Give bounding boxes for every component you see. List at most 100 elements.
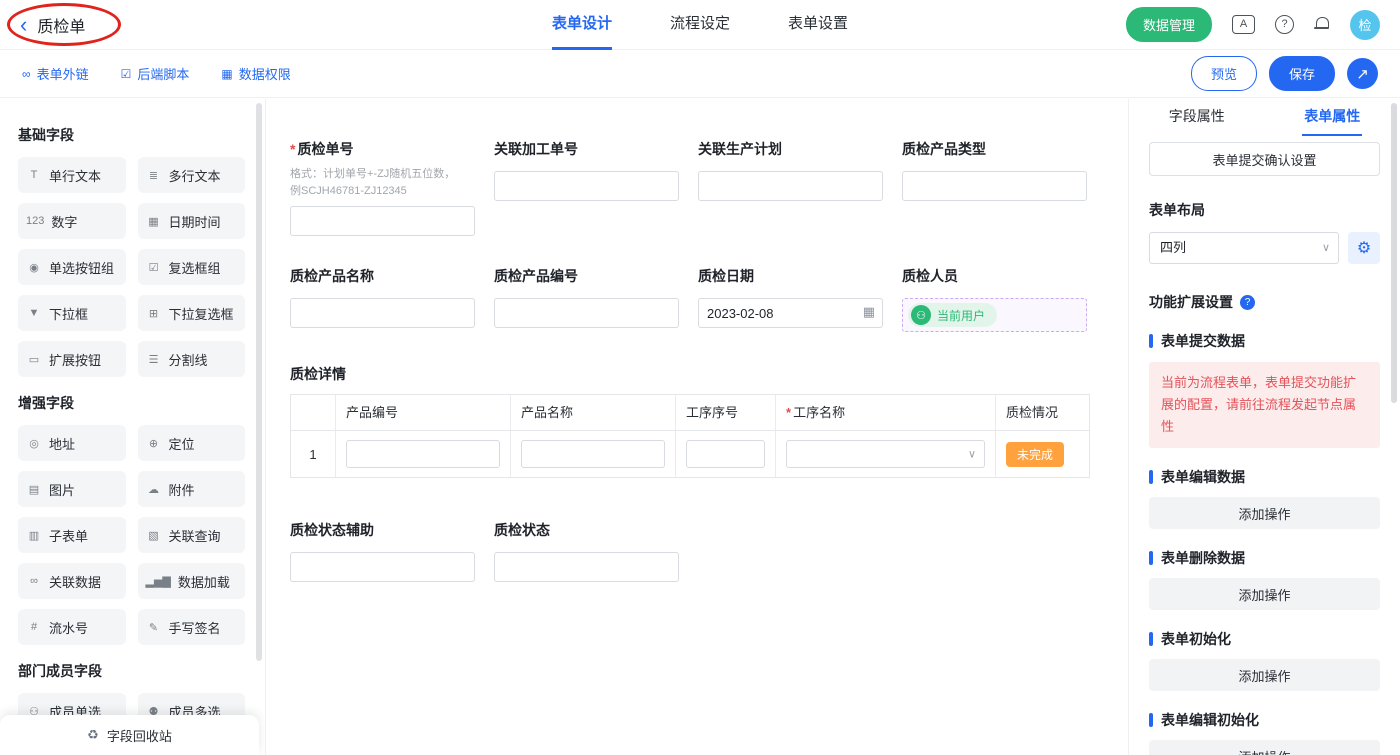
field-inspection-status[interactable]: 质检状态: [494, 520, 679, 582]
field-inspection-no[interactable]: 质检单号 格式：计划单号+-ZJ随机五位数， 例SCJH46781-ZJ1234…: [290, 139, 475, 236]
form-layout-label: 表单布局: [1149, 200, 1380, 220]
field-process-order-no[interactable]: 关联加工单号: [494, 139, 679, 201]
section-title-member: 部门成员字段: [18, 661, 245, 681]
notification-bell-icon[interactable]: [1314, 17, 1330, 32]
process-order-no-input[interactable]: [494, 171, 679, 201]
tab-field-properties[interactable]: 字段属性: [1129, 99, 1265, 137]
field-attachment[interactable]: ☁附件: [138, 471, 246, 507]
subform-product-name-input[interactable]: [521, 440, 665, 468]
data-permission-link[interactable]: ▦ 数据权限: [221, 64, 290, 83]
field-data-load[interactable]: ▂▅▇数据加载: [138, 563, 246, 599]
field-signature[interactable]: ✎手写签名: [138, 609, 246, 645]
multi-line-text-icon: ≣: [146, 169, 162, 182]
field-product-name[interactable]: 质检产品名称: [290, 266, 475, 328]
data-manage-button[interactable]: 数据管理: [1126, 7, 1212, 42]
field-datetime[interactable]: ▦日期时间: [138, 203, 246, 239]
basic-fields-grid: T单行文本 ≣多行文本 123数字 ▦日期时间 ◉单选按钮组 ☑复选框组 ▼下拉…: [18, 157, 245, 377]
sidebar-scrollbar[interactable]: [256, 103, 262, 661]
field-inspection-date[interactable]: 质检日期 ▦: [698, 266, 883, 328]
add-action-edit-init[interactable]: 添加操作: [1149, 740, 1380, 755]
extend-button-icon: ▭: [26, 353, 42, 366]
tab-form-setting[interactable]: 表单设置: [788, 0, 848, 50]
extension-help-icon[interactable]: ?: [1240, 295, 1255, 310]
submit-confirm-settings-button[interactable]: 表单提交确认设置: [1149, 142, 1380, 176]
field-divider[interactable]: ☰分割线: [138, 341, 246, 377]
inspection-status-input[interactable]: [494, 552, 679, 582]
field-product-no[interactable]: 质检产品编号: [494, 266, 679, 328]
avatar[interactable]: 检: [1350, 10, 1380, 40]
status-helper-input[interactable]: [290, 552, 475, 582]
page-title: 质检单: [37, 13, 85, 37]
production-plan-input[interactable]: [698, 171, 883, 201]
share-button[interactable]: ↗: [1347, 58, 1378, 89]
section-submit-data: 表单提交数据: [1149, 331, 1380, 351]
current-user-tag: ⚇ 当前用户: [908, 303, 997, 327]
field-address[interactable]: ◎地址: [18, 425, 126, 461]
field-extend-button[interactable]: ▭扩展按钮: [18, 341, 126, 377]
field-recycle-bin[interactable]: ♻ 字段回收站: [0, 715, 259, 755]
radio-icon: ◉: [26, 261, 42, 274]
field-checkbox-group[interactable]: ☑复选框组: [138, 249, 246, 285]
section-bar: [1149, 713, 1153, 727]
form-external-link[interactable]: ∞ 表单外链: [22, 64, 89, 83]
add-action-delete-data[interactable]: 添加操作: [1149, 578, 1380, 610]
subform-step-name-select[interactable]: [786, 440, 985, 468]
required-mark: [786, 405, 793, 420]
layout-settings-button[interactable]: ⚙: [1348, 232, 1380, 264]
tab-form-properties[interactable]: 表单属性: [1265, 99, 1400, 137]
section-form-init: 表单初始化: [1149, 629, 1380, 649]
field-serial-number[interactable]: #流水号: [18, 609, 126, 645]
field-subform[interactable]: ▥子表单: [18, 517, 126, 553]
inspection-no-input[interactable]: [290, 206, 475, 236]
field-image[interactable]: ▤图片: [18, 471, 126, 507]
product-no-input[interactable]: [494, 298, 679, 328]
field-production-plan[interactable]: 关联生产计划: [698, 139, 883, 201]
gear-icon: ⚙: [1357, 240, 1371, 257]
field-multi-line-text[interactable]: ≣多行文本: [138, 157, 246, 193]
subform-col-product-no: 产品编号: [336, 395, 511, 431]
subform-product-no-input[interactable]: [346, 440, 500, 468]
share-icon: ↗: [1356, 65, 1369, 83]
field-linked-query[interactable]: ▧关联查询: [138, 517, 246, 553]
inspection-date-input[interactable]: [698, 298, 883, 328]
subform-step-no-input[interactable]: [686, 440, 765, 468]
field-help-text: 格式：计划单号+-ZJ随机五位数， 例SCJH46781-ZJ12345: [290, 166, 475, 199]
flow-form-warning: 当前为流程表单，表单提交功能扩展的配置，请前往流程发起节点属性: [1149, 362, 1380, 448]
field-location[interactable]: ⊕定位: [138, 425, 246, 461]
add-action-form-init[interactable]: 添加操作: [1149, 659, 1380, 691]
header-actions: 数据管理 A ? 检: [1126, 7, 1380, 42]
field-product-type[interactable]: 质检产品类型: [902, 139, 1087, 201]
save-button[interactable]: 保存: [1269, 56, 1335, 91]
help-icon[interactable]: ?: [1275, 15, 1294, 34]
section-edit-init: 表单编辑初始化: [1149, 710, 1380, 730]
field-select[interactable]: ▼下拉框: [18, 295, 126, 331]
enhanced-fields-grid: ◎地址 ⊕定位 ▤图片 ☁附件 ▥子表单 ▧关联查询 ∞关联数据 ▂▅▇数据加载…: [18, 425, 245, 645]
field-single-line-text[interactable]: T单行文本: [18, 157, 126, 193]
panel-tabs: 字段属性 表单属性: [1129, 99, 1400, 137]
product-type-input[interactable]: [902, 171, 1087, 201]
add-action-edit-data[interactable]: 添加操作: [1149, 497, 1380, 529]
subform-col-step-no: 工序序号: [676, 395, 776, 431]
preview-button[interactable]: 预览: [1191, 56, 1257, 91]
address-icon: ◎: [26, 437, 42, 450]
form-layout-row: 四列 ⚙: [1149, 232, 1380, 264]
extension-settings-header: 功能扩展设置 ?: [1149, 292, 1380, 312]
field-status-helper[interactable]: 质检状态辅助: [290, 520, 475, 582]
tab-form-design[interactable]: 表单设计: [552, 0, 612, 50]
datetime-icon: ▦: [146, 215, 162, 228]
field-number[interactable]: 123数字: [18, 203, 126, 239]
language-icon[interactable]: A: [1232, 15, 1255, 34]
back-icon[interactable]: ‹: [20, 14, 27, 36]
inspector-value-box[interactable]: ⚇ 当前用户: [902, 298, 1087, 332]
field-multi-select[interactable]: ⊞下拉复选框: [138, 295, 246, 331]
panel-scrollbar[interactable]: [1391, 103, 1397, 403]
field-palette-sidebar: 基础字段 T单行文本 ≣多行文本 123数字 ▦日期时间 ◉单选按钮组 ☑复选框…: [0, 99, 266, 755]
field-radio-group[interactable]: ◉单选按钮组: [18, 249, 126, 285]
tab-flow-setting[interactable]: 流程设定: [670, 0, 730, 50]
section-bar: [1149, 470, 1153, 484]
backend-script-link[interactable]: ☑ 后端脚本: [121, 64, 190, 83]
field-linked-data[interactable]: ∞关联数据: [18, 563, 126, 599]
field-inspector[interactable]: 质检人员 ⚇ 当前用户: [902, 266, 1087, 332]
layout-select[interactable]: 四列: [1149, 232, 1339, 264]
product-name-input[interactable]: [290, 298, 475, 328]
